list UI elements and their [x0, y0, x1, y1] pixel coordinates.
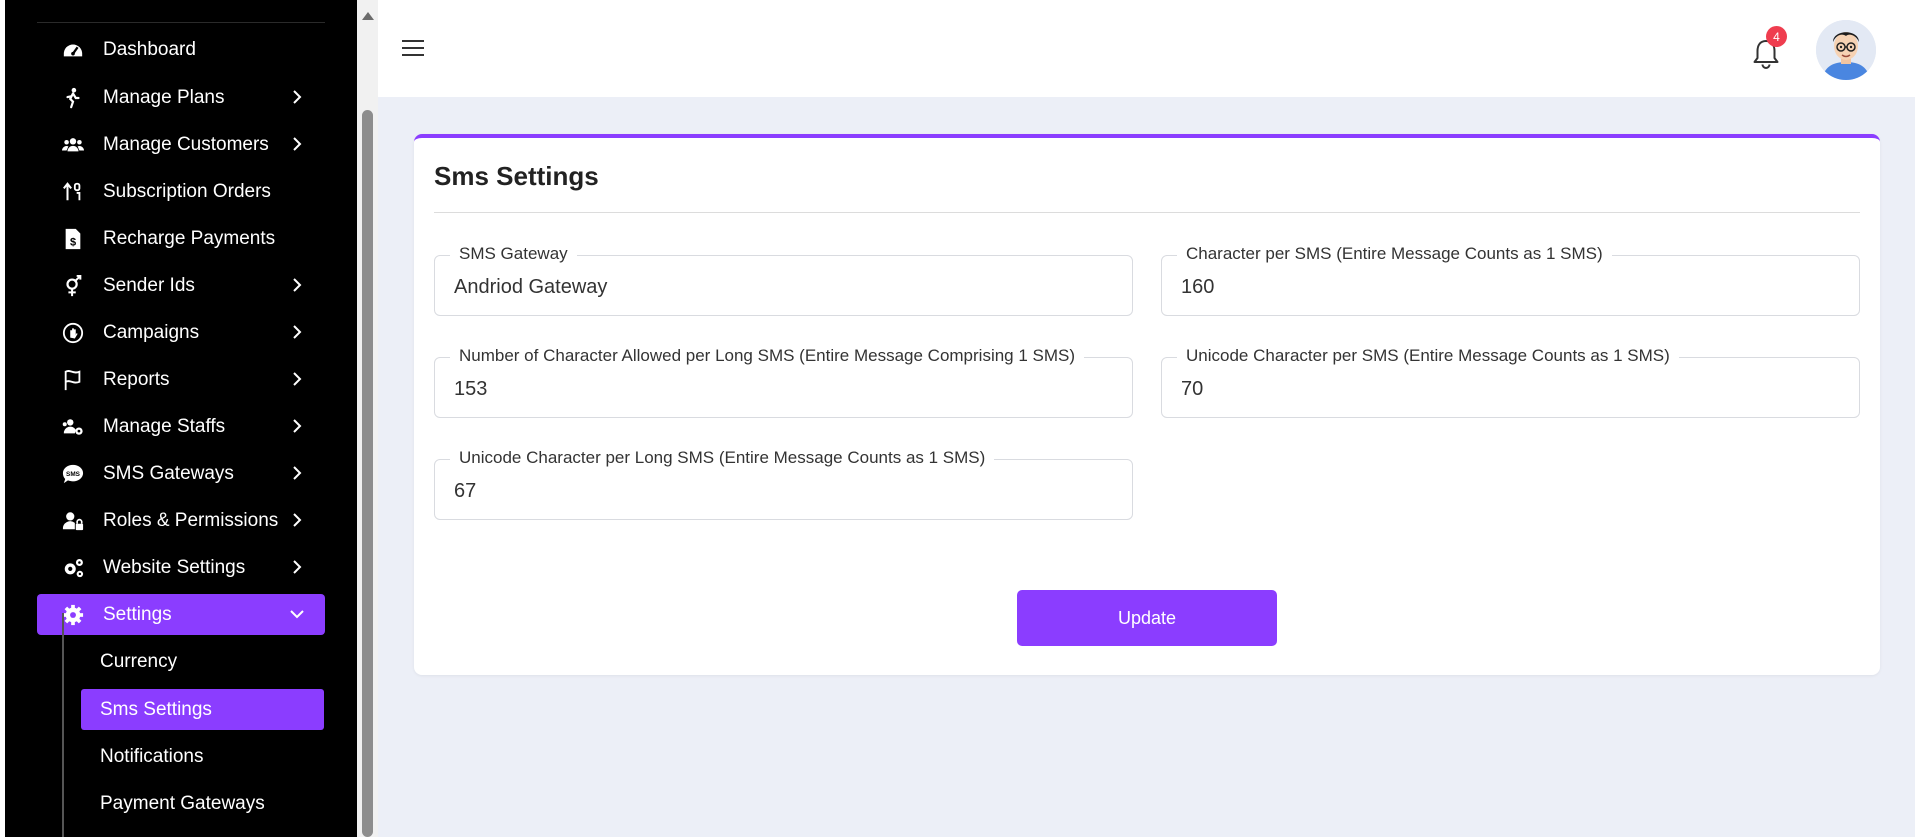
users-group-icon — [61, 133, 85, 157]
field-label: SMS Gateway — [450, 244, 577, 264]
submenu-item-notifications[interactable]: Notifications — [81, 736, 324, 777]
sidebar-item-subscription-orders[interactable]: Subscription Orders — [37, 171, 325, 212]
long-sms-character-field[interactable]: Number of Character Allowed per Long SMS… — [434, 346, 1133, 418]
chevron-right-icon — [293, 513, 302, 527]
character-per-sms-field[interactable]: Character per SMS (Entire Message Counts… — [1161, 244, 1860, 316]
chevron-right-icon — [293, 560, 302, 574]
sidebar-item-label: Campaigns — [103, 321, 200, 343]
submenu-item-label: Sms Settings — [100, 698, 212, 720]
sidebar-item-sms-gateways[interactable]: SMS SMS Gateways — [37, 453, 325, 494]
card-divider — [434, 212, 1860, 213]
field-label: Number of Character Allowed per Long SMS… — [450, 346, 1085, 366]
sidebar-item-label: Subscription Orders — [103, 180, 271, 202]
sidebar-item-dashboard[interactable]: Dashboard — [37, 29, 325, 70]
walking-person-icon — [61, 86, 85, 110]
chevron-right-icon — [293, 325, 302, 339]
sort-numeric-icon — [61, 180, 85, 204]
sidebar-item-label: Manage Customers — [103, 133, 269, 155]
field-label: Unicode Character per Long SMS (Entire M… — [450, 448, 995, 468]
gears-icon — [61, 556, 85, 580]
field-value: 160 — [1181, 276, 1215, 298]
svg-text:SMS: SMS — [66, 470, 81, 477]
top-bar — [378, 0, 1919, 97]
update-button[interactable]: Update — [1017, 590, 1277, 646]
field-label: Character per SMS (Entire Message Counts… — [1177, 244, 1612, 264]
sidebar-edge — [0, 0, 5, 837]
chevron-right-icon — [293, 278, 302, 292]
chevron-right-icon — [293, 137, 302, 151]
sidebar: Dashboard Manage Plans Manage Customers … — [0, 0, 357, 837]
chevron-right-icon — [293, 466, 302, 480]
unicode-long-sms-character-field[interactable]: Unicode Character per Long SMS (Entire M… — [434, 448, 1133, 520]
sidebar-item-settings[interactable]: Settings — [37, 594, 325, 635]
sidebar-top-divider — [37, 22, 325, 23]
field-value: 67 — [454, 480, 477, 502]
sidebar-item-manage-staffs[interactable]: Manage Staffs — [37, 406, 325, 447]
field-value: 153 — [454, 378, 488, 400]
notification-count-badge: 4 — [1766, 26, 1787, 47]
unicode-character-per-sms-field[interactable]: Unicode Character per SMS (Entire Messag… — [1161, 346, 1860, 418]
window-right-edge — [1915, 0, 1919, 837]
sidebar-item-label: Recharge Payments — [103, 227, 276, 249]
svg-text:$: $ — [70, 236, 76, 248]
sidebar-item-recharge-payments[interactable]: $ Recharge Payments — [37, 218, 325, 259]
scrollbar-thumb[interactable] — [362, 110, 373, 837]
sidebar-item-label: Dashboard — [103, 38, 196, 60]
hamburger-menu-icon[interactable] — [402, 38, 424, 58]
campaign-hand-icon — [61, 321, 85, 345]
page-title: Sms Settings — [434, 161, 599, 191]
chevron-down-icon — [290, 610, 304, 619]
field-label: Unicode Character per SMS (Entire Messag… — [1177, 346, 1679, 366]
chevron-right-icon — [293, 419, 302, 433]
sidebar-item-label: Sender Ids — [103, 274, 195, 296]
sidebar-item-label: Roles & Permissions — [103, 509, 279, 531]
sidebar-item-label: Website Settings — [103, 556, 246, 578]
user-avatar[interactable] — [1816, 20, 1876, 80]
submenu-line — [62, 613, 64, 837]
sidebar-item-label: Manage Staffs — [103, 415, 226, 437]
chevron-right-icon — [293, 90, 302, 104]
sidebar-item-manage-plans[interactable]: Manage Plans — [37, 77, 325, 118]
sidebar-item-sender-ids[interactable]: Sender Ids — [37, 265, 325, 306]
chevron-right-icon — [293, 372, 302, 386]
submenu-item-label: Notifications — [100, 745, 204, 767]
gender-symbol-icon — [61, 274, 85, 298]
sidebar-scrollbar[interactable] — [357, 0, 378, 837]
sidebar-item-manage-customers[interactable]: Manage Customers — [37, 124, 325, 165]
sidebar-item-label: SMS Gateways — [103, 462, 234, 484]
sms-gateway-field[interactable]: SMS Gateway Andriod Gateway — [434, 244, 1133, 316]
dashboard-gauge-icon — [61, 38, 85, 62]
flag-icon — [61, 368, 85, 392]
sidebar-item-roles-permissions[interactable]: Roles & Permissions — [37, 500, 325, 541]
sms-bubble-icon: SMS — [61, 462, 85, 486]
submenu-item-sms-settings[interactable]: Sms Settings — [81, 689, 324, 730]
field-value: Andriod Gateway — [454, 276, 608, 298]
submenu-item-label: Payment Gateways — [100, 792, 265, 814]
submenu-item-currency[interactable]: Currency — [81, 641, 324, 682]
sidebar-item-label: Reports — [103, 368, 170, 390]
sidebar-item-campaigns[interactable]: Campaigns — [37, 312, 325, 353]
sidebar-item-reports[interactable]: Reports — [37, 359, 325, 400]
avatar-person-icon — [1816, 20, 1876, 80]
submenu-item-payment-gateways[interactable]: Payment Gateways — [81, 783, 324, 824]
scroll-up-arrow-icon[interactable] — [362, 12, 374, 20]
gear-icon — [61, 603, 85, 627]
field-value: 70 — [1181, 378, 1204, 400]
sidebar-item-label: Settings — [103, 603, 172, 625]
staff-gear-icon — [61, 415, 85, 439]
submenu-item-label: Currency — [100, 650, 178, 672]
sidebar-item-website-settings[interactable]: Website Settings — [37, 547, 325, 588]
user-lock-icon — [61, 509, 85, 533]
sidebar-item-label: Manage Plans — [103, 86, 225, 108]
invoice-dollar-icon: $ — [61, 227, 85, 251]
